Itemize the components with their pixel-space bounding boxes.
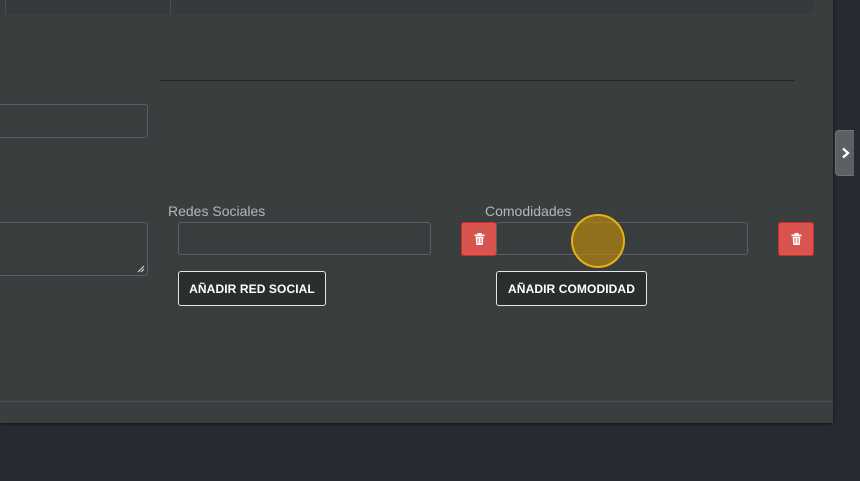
section-divider bbox=[159, 80, 794, 81]
left-text-input[interactable] bbox=[0, 104, 148, 138]
chevron-right-icon bbox=[841, 147, 850, 159]
add-amenity-button[interactable]: AÑADIR COMODIDAD bbox=[496, 271, 647, 306]
trash-icon bbox=[474, 233, 484, 245]
amenity-input[interactable] bbox=[496, 222, 748, 255]
trash-icon bbox=[791, 233, 801, 245]
left-textarea[interactable] bbox=[0, 222, 148, 276]
social-network-input[interactable] bbox=[178, 222, 431, 255]
footer-divider bbox=[0, 401, 833, 402]
form-panel: Redes Sociales AÑADIR RED SOCIAL Comodid… bbox=[0, 0, 833, 423]
delete-amenity-button[interactable] bbox=[778, 222, 814, 256]
strip-separator bbox=[170, 0, 171, 14]
sidebar-toggle-button[interactable] bbox=[835, 130, 854, 176]
top-strip bbox=[0, 0, 813, 14]
delete-social-button[interactable] bbox=[461, 222, 497, 256]
social-networks-label: Redes Sociales bbox=[168, 203, 266, 219]
amenities-label: Comodidades bbox=[485, 203, 572, 219]
resize-grip-icon[interactable] bbox=[137, 265, 145, 273]
add-social-network-button[interactable]: AÑADIR RED SOCIAL bbox=[178, 271, 326, 306]
strip-separator bbox=[5, 0, 6, 14]
